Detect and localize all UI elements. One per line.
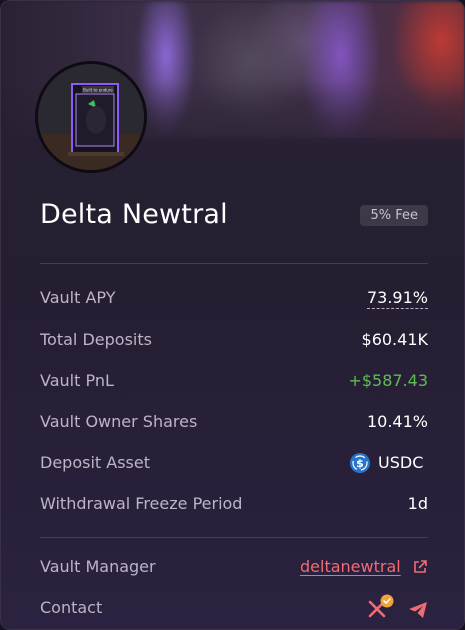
stat-row-freeze-period: Withdrawal Freeze Period 1d bbox=[40, 494, 428, 518]
usdc-icon: $ bbox=[350, 453, 370, 473]
vault-avatar: Built to endure bbox=[35, 61, 147, 173]
stat-row-deposit-asset: Deposit Asset $ USDC bbox=[40, 453, 428, 477]
stat-row-owner-shares: Vault Owner Shares 10.41% bbox=[40, 412, 428, 436]
owner-shares-value: 10.41% bbox=[366, 412, 428, 431]
vault-title: Delta Newtral bbox=[40, 199, 228, 230]
deposit-asset: $ USDC bbox=[350, 453, 428, 477]
contact-row: Contact bbox=[40, 594, 428, 622]
vault-avatar-image: Built to endure bbox=[38, 64, 144, 170]
stat-label: Total Deposits bbox=[40, 330, 152, 349]
vault-card: Built to endure Delta Newtral 5% Fee Vau… bbox=[0, 0, 465, 630]
stat-label: Deposit Asset bbox=[40, 453, 150, 472]
pnl-value: +$587.43 bbox=[348, 371, 428, 390]
stat-row-pnl: Vault PnL +$587.43 bbox=[40, 371, 428, 395]
telegram-icon[interactable] bbox=[408, 601, 428, 619]
stat-row-total-deposits: Total Deposits $60.41K bbox=[40, 330, 428, 354]
manager-label: Vault Manager bbox=[40, 557, 156, 576]
svg-text:$: $ bbox=[356, 457, 364, 470]
stat-label: Vault Owner Shares bbox=[40, 412, 198, 431]
stat-label: Vault APY bbox=[40, 288, 116, 307]
vault-avatar-sign: Built to endure bbox=[83, 88, 113, 93]
manager-link-group: deltanewtral bbox=[300, 557, 428, 581]
stat-label: Withdrawal Freeze Period bbox=[40, 494, 243, 513]
manager-row: Vault Manager deltanewtral bbox=[40, 557, 428, 581]
divider-top bbox=[40, 263, 428, 264]
contact-label: Contact bbox=[40, 598, 103, 617]
total-deposits-value: $60.41K bbox=[361, 330, 428, 349]
stat-row-apy: Vault APY 73.91% bbox=[40, 288, 428, 312]
stat-label: Vault PnL bbox=[40, 371, 114, 390]
contact-icons bbox=[368, 594, 428, 622]
external-link-icon[interactable] bbox=[412, 559, 428, 575]
deposit-asset-name: USDC bbox=[378, 453, 424, 472]
verified-badge-icon bbox=[380, 594, 394, 608]
vault-header: Delta Newtral 5% Fee bbox=[40, 199, 428, 239]
divider-bottom bbox=[40, 537, 428, 538]
fee-badge: 5% Fee bbox=[360, 205, 428, 226]
apy-value[interactable]: 73.91% bbox=[366, 288, 428, 309]
freeze-period-value: 1d bbox=[407, 494, 428, 513]
manager-link[interactable]: deltanewtral bbox=[300, 557, 401, 576]
